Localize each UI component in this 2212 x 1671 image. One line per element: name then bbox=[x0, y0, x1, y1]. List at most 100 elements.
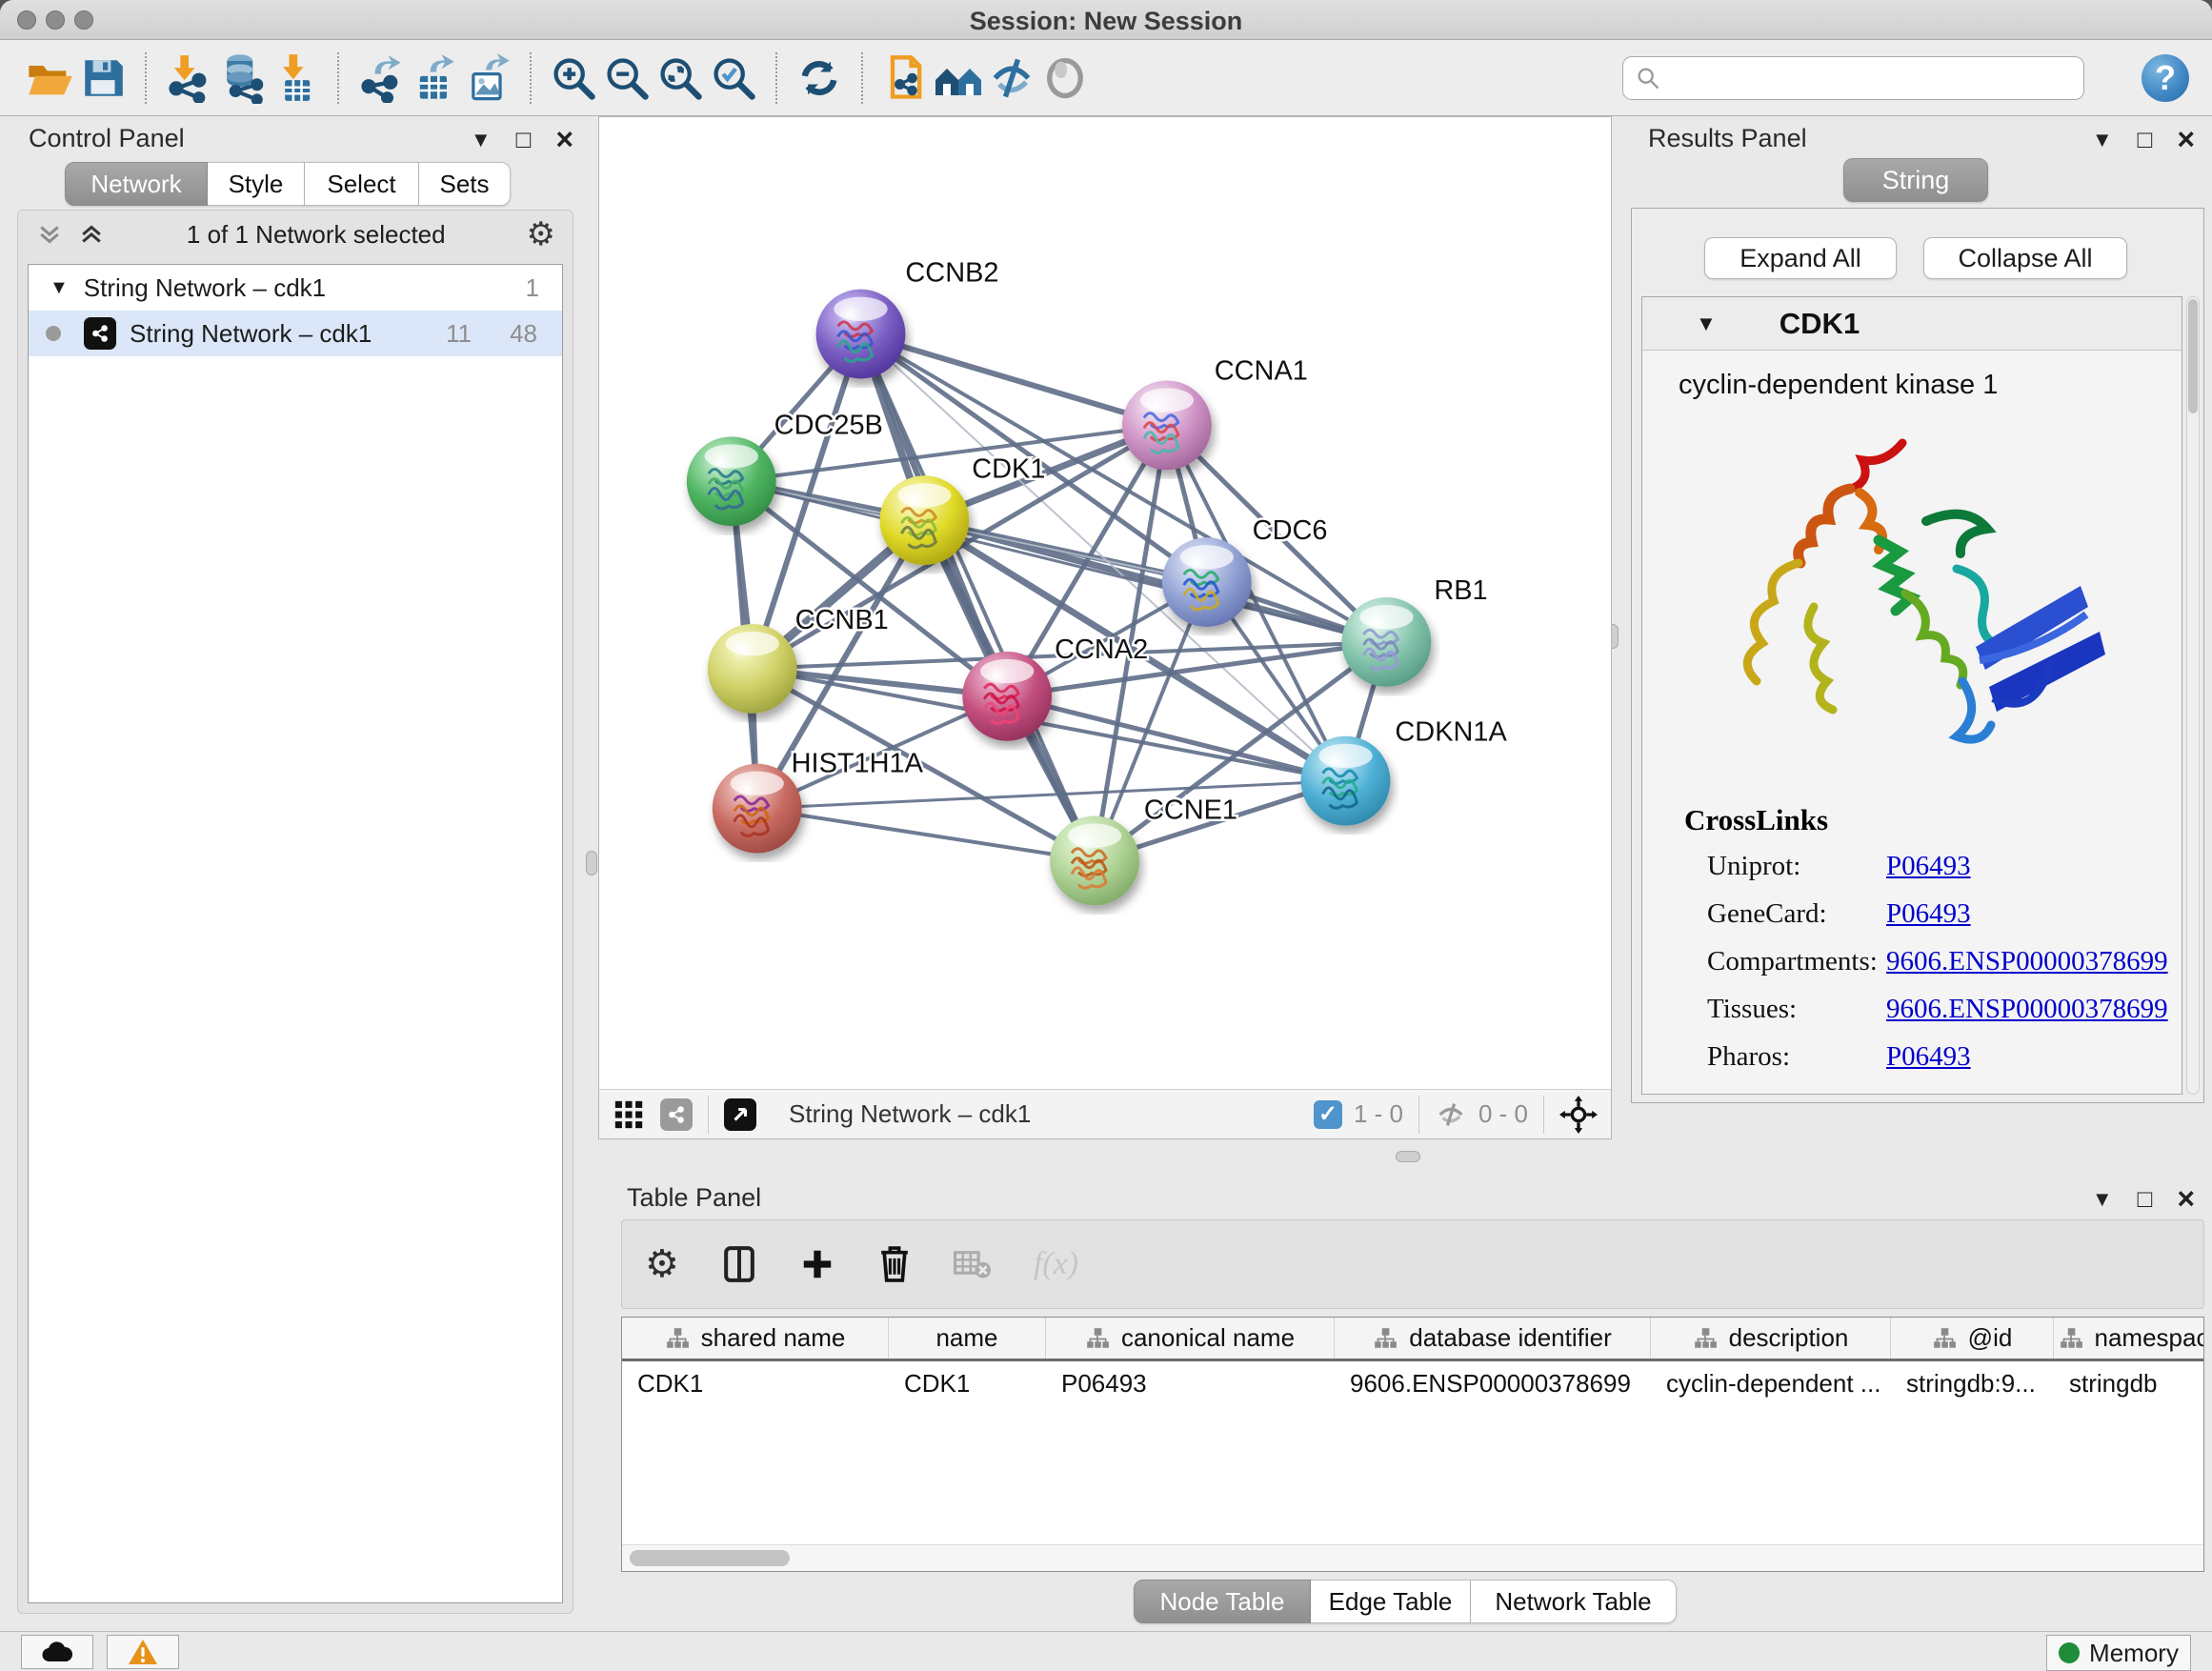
hidden-eye-icon[interactable] bbox=[1435, 1098, 1467, 1131]
function-builder-icon[interactable]: f(x) bbox=[1034, 1246, 1078, 1282]
crosslink-link[interactable]: P06493 bbox=[1886, 898, 1971, 930]
tab-sets[interactable]: Sets bbox=[419, 162, 511, 206]
crosslink-link[interactable]: P06493 bbox=[1886, 1041, 1971, 1073]
network-view-icon[interactable] bbox=[660, 1098, 693, 1131]
selected-counts: 1 - 0 bbox=[1354, 1099, 1403, 1129]
crosslink-link[interactable]: 9606.ENSP00000378699 bbox=[1886, 994, 2168, 1025]
network-node-CDKN1A[interactable]: CDKN1A bbox=[1301, 717, 1508, 826]
results-scrollbar[interactable] bbox=[2186, 296, 2200, 1095]
zoom-in-button[interactable] bbox=[547, 51, 600, 105]
network-collection-row[interactable]: ▼ String Network – cdk1 1 bbox=[29, 265, 562, 311]
close-panel-icon[interactable]: × bbox=[2177, 1181, 2195, 1217]
refresh-button[interactable] bbox=[793, 51, 846, 105]
collapse-all-button[interactable]: Collapse All bbox=[1923, 237, 2127, 279]
search-input[interactable] bbox=[1622, 56, 2084, 100]
node-label-CCNA2: CCNA2 bbox=[1055, 634, 1148, 665]
add-column-icon[interactable] bbox=[799, 1246, 835, 1282]
network-canvas[interactable]: CCNB2CCNA1CDC25BCDK1CDC6RB1CCNB1CCNA2CDK… bbox=[599, 117, 1611, 1089]
tab-network[interactable]: Network bbox=[65, 162, 208, 206]
import-table-button[interactable] bbox=[269, 51, 322, 105]
horizontal-splitter-handle[interactable] bbox=[1396, 1151, 1420, 1162]
gear-icon[interactable]: ⚙ bbox=[527, 215, 555, 253]
expand-all-icon[interactable] bbox=[77, 220, 106, 249]
delete-column-icon[interactable] bbox=[877, 1245, 912, 1283]
main-toolbar: ? bbox=[0, 40, 2212, 116]
table-cell: stringdb bbox=[2054, 1361, 2204, 1405]
zoom-selected-button[interactable] bbox=[707, 51, 760, 105]
crosslink-link[interactable]: P06493 bbox=[1886, 851, 1971, 882]
hidden-counts: 0 - 0 bbox=[1478, 1099, 1528, 1129]
column-header-namespac[interactable]: namespac bbox=[2054, 1318, 2204, 1359]
tab-edge-table[interactable]: Edge Table bbox=[1311, 1580, 1471, 1623]
zoom-out-button[interactable] bbox=[600, 51, 654, 105]
import-network-from-database-button[interactable] bbox=[215, 51, 269, 105]
float-panel-icon[interactable]: □ bbox=[516, 125, 532, 154]
save-session-button[interactable] bbox=[76, 51, 130, 105]
birdseye-view-icon[interactable] bbox=[724, 1098, 756, 1131]
tab-style[interactable]: Style bbox=[208, 162, 305, 206]
close-panel-icon[interactable]: × bbox=[555, 122, 573, 157]
network-edge[interactable] bbox=[861, 334, 1096, 861]
panel-menu-icon[interactable]: ▼ bbox=[2092, 128, 2113, 152]
tab-node-table[interactable]: Node Table bbox=[1134, 1580, 1311, 1623]
table-row[interactable]: CDK1CDK1P064939606.ENSP00000378699cyclin… bbox=[622, 1361, 2203, 1405]
export-table-button[interactable] bbox=[408, 51, 461, 105]
memory-button[interactable]: Memory bbox=[2046, 1635, 2191, 1671]
tree-expand-icon[interactable]: ▼ bbox=[50, 277, 69, 299]
column-header-@id[interactable]: @id bbox=[1891, 1318, 2054, 1359]
export-network-button[interactable] bbox=[354, 51, 408, 105]
warnings-button[interactable] bbox=[107, 1635, 179, 1669]
help-button[interactable]: ? bbox=[2142, 54, 2189, 102]
network-node-RB1[interactable]: RB1 bbox=[1342, 575, 1488, 687]
open-session-button[interactable] bbox=[23, 51, 76, 105]
network-node-CCNA1[interactable]: CCNA1 bbox=[1122, 355, 1308, 470]
selected-checkbox-icon[interactable]: ✓ bbox=[1314, 1100, 1342, 1129]
column-header-shared-name[interactable]: shared name bbox=[622, 1318, 889, 1359]
export-image-button[interactable] bbox=[461, 51, 514, 105]
table-header-row: shared namenamecanonical namedatabase id… bbox=[622, 1318, 2203, 1361]
cloud-icon bbox=[41, 1641, 73, 1663]
panel-menu-icon[interactable]: ▼ bbox=[2092, 1187, 2113, 1212]
home-networks-button[interactable] bbox=[932, 51, 985, 105]
cloud-button[interactable] bbox=[21, 1635, 93, 1669]
left-splitter-handle[interactable] bbox=[586, 851, 597, 876]
crosslink-row: Pharos:P06493 bbox=[1707, 1041, 2182, 1073]
close-panel-icon[interactable]: × bbox=[2177, 122, 2195, 157]
float-panel-icon[interactable]: □ bbox=[2138, 125, 2153, 154]
table-hscrollbar[interactable] bbox=[622, 1544, 2203, 1571]
table-settings-gear-icon[interactable]: ⚙ bbox=[645, 1242, 679, 1286]
network-row[interactable]: String Network – cdk1 11 48 bbox=[29, 311, 562, 356]
panel-menu-icon[interactable]: ▼ bbox=[471, 128, 492, 152]
show-columns-icon[interactable] bbox=[721, 1245, 757, 1283]
float-panel-icon[interactable]: □ bbox=[2138, 1184, 2153, 1214]
toolbar-separator bbox=[775, 52, 777, 104]
grid-view-icon[interactable] bbox=[613, 1098, 645, 1131]
collapse-gene-icon[interactable]: ▼ bbox=[1696, 312, 1717, 336]
delete-table-icon[interactable] bbox=[954, 1248, 992, 1280]
network-graph[interactable]: CCNB2CCNA1CDC25BCDK1CDC6RB1CCNB1CCNA2CDK… bbox=[599, 117, 1611, 1089]
column-header-description[interactable]: description bbox=[1651, 1318, 1891, 1359]
gene-header-row[interactable]: ▼ CDK1 bbox=[1642, 297, 2182, 351]
network-edge[interactable] bbox=[861, 334, 1167, 426]
expand-all-button[interactable]: Expand All bbox=[1704, 237, 1897, 279]
column-header-database-identifier[interactable]: database identifier bbox=[1335, 1318, 1651, 1359]
column-header-canonical-name[interactable]: canonical name bbox=[1046, 1318, 1335, 1359]
network-node-CCNE1[interactable]: CCNE1 bbox=[1050, 795, 1237, 906]
zoom-selected-icon bbox=[709, 53, 758, 103]
edge-count: 48 bbox=[510, 319, 537, 349]
import-network-button[interactable] bbox=[162, 51, 215, 105]
crosslink-link[interactable]: 9606.ENSP00000378699 bbox=[1886, 946, 2168, 977]
crosslink-label: Tissues: bbox=[1707, 994, 1886, 1025]
fit-content-icon[interactable] bbox=[1559, 1096, 1598, 1134]
network-node-CCNB1[interactable]: CCNB1 bbox=[708, 605, 889, 714]
tab-string[interactable]: String bbox=[1843, 158, 1988, 202]
network-node-CDC6[interactable]: CDC6 bbox=[1162, 515, 1328, 627]
column-header-name[interactable]: name bbox=[889, 1318, 1046, 1359]
tab-select[interactable]: Select bbox=[305, 162, 419, 206]
import-network-from-file-button[interactable] bbox=[878, 51, 932, 105]
collapse-all-icon[interactable] bbox=[35, 220, 64, 249]
zoom-fit-button[interactable] bbox=[654, 51, 707, 105]
tab-network-table[interactable]: Network Table bbox=[1471, 1580, 1677, 1623]
show-eye-button[interactable] bbox=[1038, 51, 1092, 105]
toggle-panels-button[interactable] bbox=[985, 51, 1038, 105]
